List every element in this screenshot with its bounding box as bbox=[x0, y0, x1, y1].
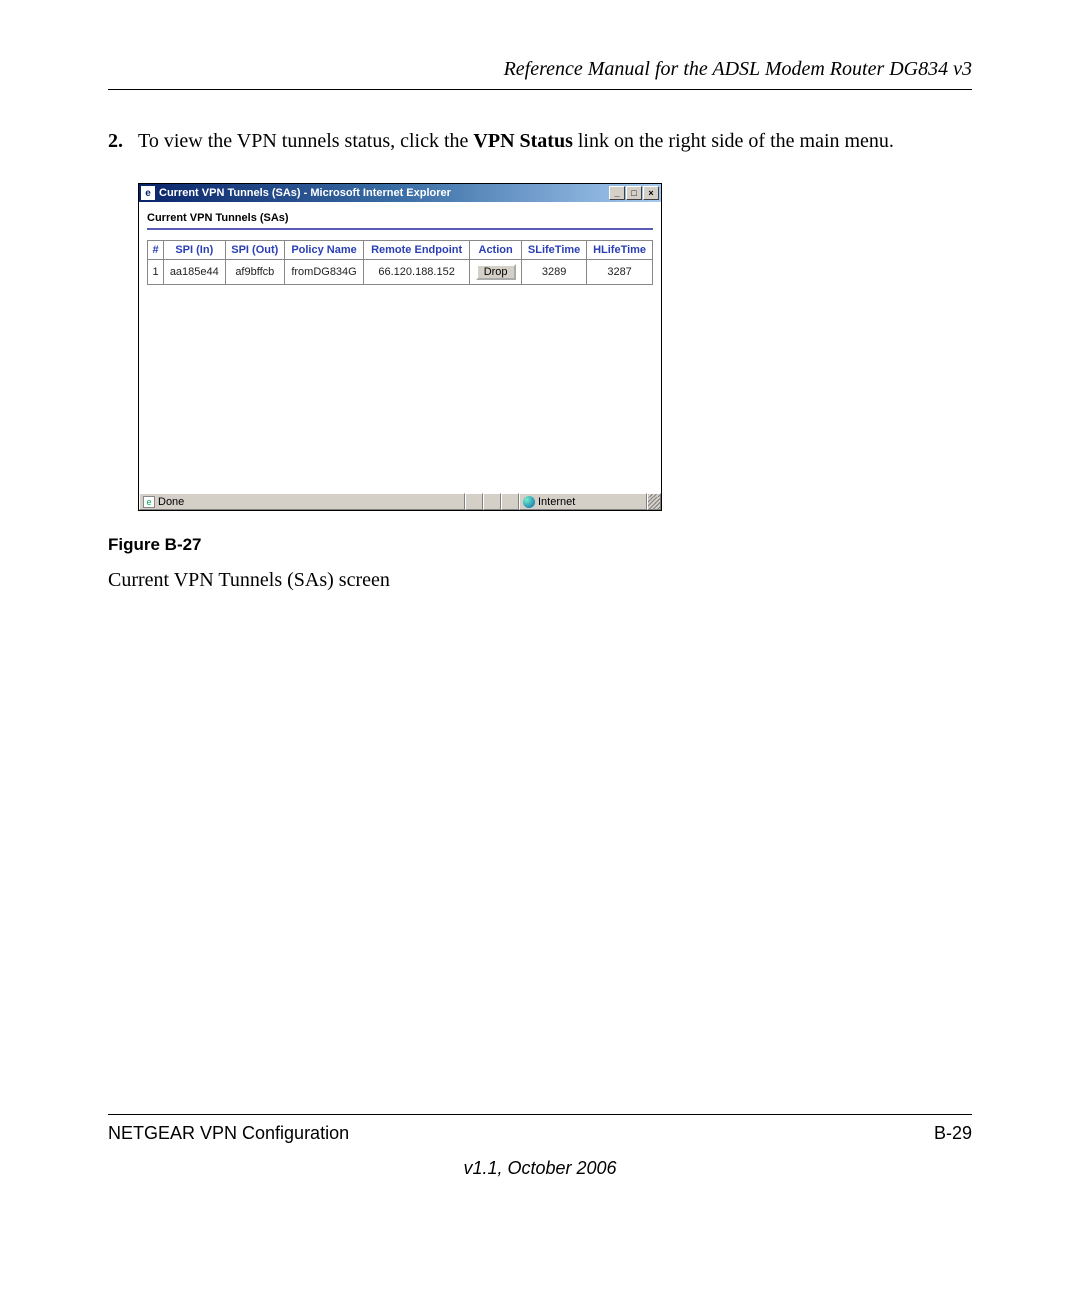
table-row: 1 aa185e44 af9bffcb fromDG834G 66.120.18… bbox=[148, 260, 653, 285]
cell-endpoint: 66.120.188.152 bbox=[364, 260, 470, 285]
header-rule bbox=[108, 89, 972, 90]
col-policy: Policy Name bbox=[285, 241, 364, 260]
ie-icon: e bbox=[141, 186, 155, 200]
step-text-bold: VPN Status bbox=[473, 130, 572, 152]
col-action: Action bbox=[470, 241, 522, 260]
step-item: 2. To view the VPN tunnels status, click… bbox=[108, 128, 972, 155]
page-footer: NETGEAR VPN Configuration B-29 v1.1, Oct… bbox=[108, 1114, 972, 1179]
drop-button[interactable]: Drop bbox=[476, 264, 516, 280]
status-zone: Internet bbox=[519, 493, 647, 510]
figure-caption: Figure B-27 bbox=[108, 535, 972, 555]
col-hlife: HLifeTime bbox=[587, 241, 653, 260]
footer-right: B-29 bbox=[934, 1123, 972, 1144]
status-done: e Done bbox=[139, 493, 465, 510]
cell-action: Drop bbox=[470, 260, 522, 285]
cell-num: 1 bbox=[148, 260, 164, 285]
status-seg-2 bbox=[483, 493, 501, 510]
footer-version: v1.1, October 2006 bbox=[108, 1158, 972, 1179]
resize-grip[interactable] bbox=[647, 493, 661, 510]
minimize-button[interactable]: _ bbox=[609, 186, 625, 200]
step-text-post: link on the right side of the main menu. bbox=[573, 130, 894, 152]
footer-rule bbox=[108, 1114, 972, 1115]
status-zone-text: Internet bbox=[538, 496, 575, 508]
close-button[interactable]: × bbox=[643, 186, 659, 200]
col-spi-in: SPI (In) bbox=[164, 241, 226, 260]
cell-spi-out: af9bffcb bbox=[225, 260, 284, 285]
status-seg-3 bbox=[501, 493, 519, 510]
cell-spi-in: aa185e44 bbox=[164, 260, 226, 285]
vpn-tunnels-table: # SPI (In) SPI (Out) Policy Name Remote … bbox=[147, 240, 653, 285]
maximize-button[interactable]: □ bbox=[626, 186, 642, 200]
status-bar: e Done Internet bbox=[139, 492, 661, 510]
col-num: # bbox=[148, 241, 164, 260]
window-body: Current VPN Tunnels (SAs) # SPI (In) SPI… bbox=[139, 202, 661, 492]
col-slife: SLifeTime bbox=[522, 241, 587, 260]
cell-policy: fromDG834G bbox=[285, 260, 364, 285]
section-header: Current VPN Tunnels (SAs) bbox=[147, 212, 653, 228]
browser-window: e Current VPN Tunnels (SAs) - Microsoft … bbox=[138, 183, 662, 511]
globe-icon bbox=[523, 496, 535, 508]
cell-slife: 3289 bbox=[522, 260, 587, 285]
step-text: To view the VPN tunnels status, click th… bbox=[138, 128, 972, 155]
step-text-pre: To view the VPN tunnels status, click th… bbox=[138, 130, 473, 152]
step-number: 2. bbox=[108, 128, 138, 155]
col-spi-out: SPI (Out) bbox=[225, 241, 284, 260]
footer-left: NETGEAR VPN Configuration bbox=[108, 1123, 349, 1144]
cell-hlife: 3287 bbox=[587, 260, 653, 285]
window-titlebar: e Current VPN Tunnels (SAs) - Microsoft … bbox=[139, 184, 661, 202]
col-endpoint: Remote Endpoint bbox=[364, 241, 470, 260]
status-done-text: Done bbox=[158, 496, 184, 508]
doc-header-title: Reference Manual for the ADSL Modem Rout… bbox=[108, 58, 972, 87]
section-rule bbox=[147, 228, 653, 230]
page-icon: e bbox=[143, 496, 155, 508]
status-seg-1 bbox=[465, 493, 483, 510]
window-title: Current VPN Tunnels (SAs) - Microsoft In… bbox=[159, 187, 609, 199]
figure-description: Current VPN Tunnels (SAs) screen bbox=[108, 569, 972, 592]
